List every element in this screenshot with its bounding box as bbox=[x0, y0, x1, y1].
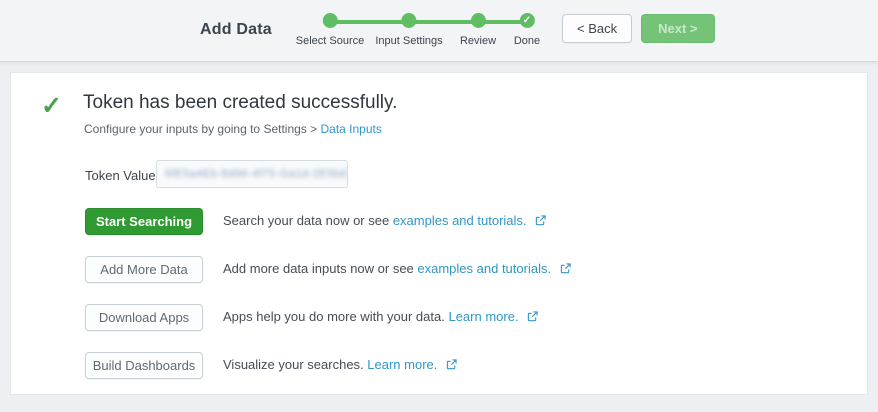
action-description: Add more data inputs now or see examples… bbox=[223, 261, 571, 277]
step-dot-complete-icon bbox=[402, 13, 417, 28]
description-text: Search your data now or see bbox=[223, 213, 393, 228]
examples-tutorials-link[interactable]: examples and tutorials. bbox=[393, 213, 527, 228]
step-select-source: Select Source bbox=[296, 13, 364, 47]
action-row: Start Searching Search your data now or … bbox=[85, 207, 847, 235]
step-label: Review bbox=[460, 35, 496, 47]
wizard-header: Add Data Select Source Input Settings Re… bbox=[0, 0, 878, 62]
step-dot-complete-icon bbox=[322, 13, 337, 28]
token-value-label: Token Value bbox=[85, 168, 156, 183]
external-link-icon[interactable] bbox=[560, 262, 571, 277]
start-searching-button[interactable]: Start Searching bbox=[85, 208, 203, 235]
configure-hint: Configure your inputs by going to Settin… bbox=[84, 122, 382, 136]
add-more-data-button[interactable]: Add More Data bbox=[85, 256, 203, 283]
step-label: Done bbox=[514, 35, 540, 47]
checkmark-icon: ✓ bbox=[523, 13, 531, 28]
token-value-redacted: 6fE5a4Eb-8d96-4f75-Ga1d-2E5b67c7e8 bbox=[165, 168, 348, 180]
action-row: Add More Data Add more data inputs now o… bbox=[85, 255, 847, 283]
step-done: ✓ Done bbox=[514, 13, 540, 47]
external-link-icon[interactable] bbox=[527, 310, 538, 325]
action-row: Build Dashboards Visualize your searches… bbox=[85, 351, 847, 379]
step-done-check-icon: ✓ bbox=[519, 13, 534, 28]
build-dashboards-button[interactable]: Build Dashboards bbox=[85, 352, 203, 379]
learn-more-link[interactable]: Learn more. bbox=[448, 309, 518, 324]
description-text: Add more data inputs now or see bbox=[223, 261, 417, 276]
configure-text: Configure your inputs by going to Settin… bbox=[84, 122, 320, 136]
external-link-icon[interactable] bbox=[446, 358, 457, 373]
action-row: Download Apps Apps help you do more with… bbox=[85, 303, 847, 331]
success-check-icon: ✓ bbox=[41, 91, 62, 121]
step-label: Input Settings bbox=[375, 35, 442, 47]
result-panel: ✓ Token has been created successfully. C… bbox=[10, 72, 868, 395]
step-label: Select Source bbox=[296, 35, 364, 47]
description-text: Visualize your searches. bbox=[223, 357, 367, 372]
step-input-settings: Input Settings bbox=[375, 13, 442, 47]
step-review: Review bbox=[460, 13, 496, 47]
success-heading: Token has been created successfully. bbox=[83, 92, 397, 114]
next-button[interactable]: Next > bbox=[641, 14, 714, 43]
back-button[interactable]: < Back bbox=[562, 14, 632, 43]
step-dot-complete-icon bbox=[470, 13, 485, 28]
progress-stepper: Select Source Input Settings Review ✓ Do… bbox=[305, 8, 555, 56]
action-description: Apps help you do more with your data. Le… bbox=[223, 309, 538, 325]
examples-tutorials-link[interactable]: examples and tutorials. bbox=[417, 261, 551, 276]
token-value-field[interactable]: 6fE5a4Eb-8d96-4f75-Ga1d-2E5b67c7e8 bbox=[156, 160, 348, 188]
download-apps-button[interactable]: Download Apps bbox=[85, 304, 203, 331]
external-link-icon[interactable] bbox=[535, 214, 546, 229]
learn-more-link[interactable]: Learn more. bbox=[367, 357, 437, 372]
data-inputs-link[interactable]: Data Inputs bbox=[320, 122, 381, 136]
action-description: Search your data now or see examples and… bbox=[223, 213, 546, 229]
description-text: Apps help you do more with your data. bbox=[223, 309, 448, 324]
action-description: Visualize your searches. Learn more. bbox=[223, 357, 457, 373]
page-title: Add Data bbox=[200, 21, 272, 39]
wizard-nav-buttons: < Back Next > bbox=[562, 14, 715, 43]
